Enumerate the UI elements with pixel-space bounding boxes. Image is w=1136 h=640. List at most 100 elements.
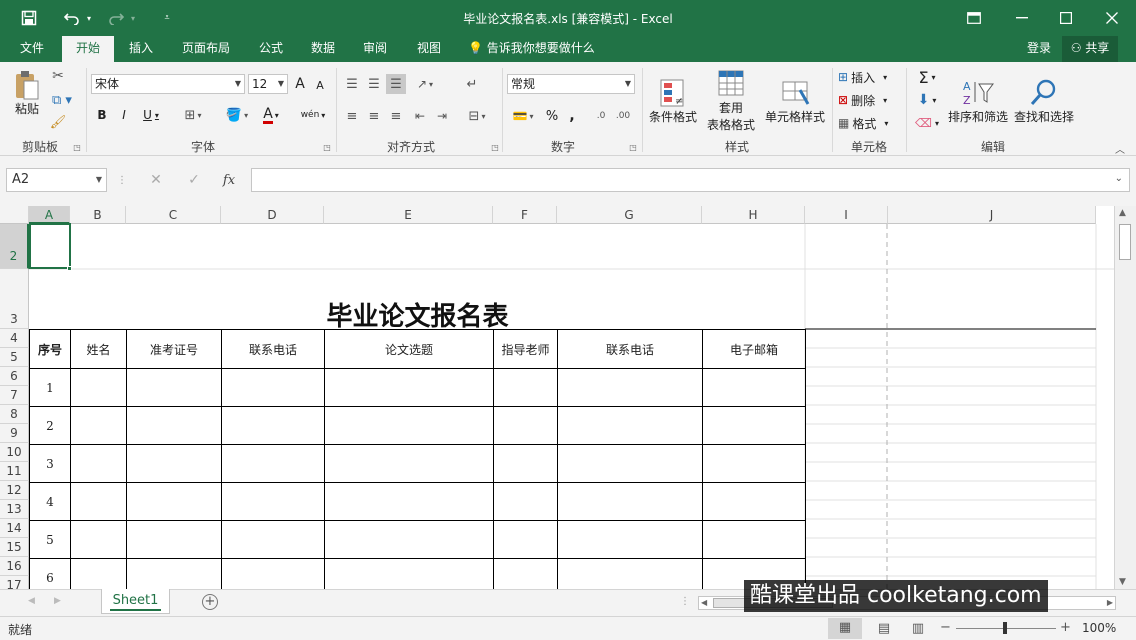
table-header-cell[interactable]: 联系电话 xyxy=(557,329,703,369)
table-cell[interactable] xyxy=(324,368,494,407)
table-cell[interactable] xyxy=(126,444,222,483)
font-launcher-icon[interactable]: ◳ xyxy=(322,142,332,152)
phonetic-button[interactable]: wén ▾ xyxy=(298,104,328,126)
row-header[interactable]: 17 xyxy=(0,576,29,589)
table-cell[interactable] xyxy=(493,482,558,521)
row-header[interactable]: 14 xyxy=(0,519,29,538)
tab-view[interactable]: 视图 xyxy=(408,36,450,62)
format-cells-button[interactable]: ▦ 格式 ▾ xyxy=(838,112,900,134)
insert-cells-button[interactable]: ⊞ 插入 ▾ xyxy=(838,66,900,88)
align-top-icon[interactable]: ☰ xyxy=(342,74,362,94)
alignment-launcher-icon[interactable]: ◳ xyxy=(490,142,500,152)
minimize-icon[interactable] xyxy=(1010,6,1034,30)
serial-cell[interactable]: 2 xyxy=(29,406,71,445)
new-sheet-icon[interactable]: + xyxy=(202,594,218,610)
serial-cell[interactable]: 4 xyxy=(29,482,71,521)
table-header-cell[interactable]: 准考证号 xyxy=(126,329,222,369)
table-cell[interactable] xyxy=(126,558,222,589)
table-header-cell[interactable]: 指导老师 xyxy=(493,329,558,369)
number-launcher-icon[interactable]: ◳ xyxy=(628,142,638,152)
worksheet-grid[interactable]: A B C D E F G H I J 2 3 4 5 6 7 8 9 10 1… xyxy=(0,206,1136,589)
table-cell[interactable] xyxy=(324,406,494,445)
conditional-format-button[interactable]: ≠ 条件格式 xyxy=(646,66,700,136)
row-header[interactable]: 6 xyxy=(0,367,29,386)
comma-button[interactable]: , xyxy=(564,106,580,126)
clipboard-launcher-icon[interactable]: ◳ xyxy=(72,142,82,152)
table-cell[interactable] xyxy=(702,482,806,521)
table-cell[interactable] xyxy=(557,406,703,445)
tab-insert[interactable]: 插入 xyxy=(118,36,164,62)
table-cell[interactable] xyxy=(324,444,494,483)
prev-sheet-icon[interactable]: ◀ xyxy=(28,596,35,606)
row-header[interactable]: 12 xyxy=(0,481,29,500)
align-bottom-icon[interactable]: ☰ xyxy=(386,74,406,94)
table-cell[interactable] xyxy=(70,406,127,445)
table-cell[interactable] xyxy=(70,520,127,559)
table-cell[interactable] xyxy=(126,482,222,521)
sheet-title[interactable]: 毕业论文报名表 xyxy=(30,296,805,333)
align-left-icon[interactable]: ≡ xyxy=(342,106,362,126)
select-all-corner[interactable] xyxy=(0,206,29,224)
font-name-combo[interactable]: 宋体 ▼ xyxy=(91,74,245,94)
serial-cell[interactable]: 1 xyxy=(29,368,71,407)
paste-button[interactable]: 粘贴 xyxy=(10,66,44,120)
row-header[interactable]: 5 xyxy=(0,348,29,367)
column-header-d[interactable]: D xyxy=(221,206,324,224)
table-cell[interactable] xyxy=(221,406,325,445)
tab-formulas[interactable]: 公式 xyxy=(250,36,292,62)
table-cell[interactable] xyxy=(221,368,325,407)
table-cell[interactable] xyxy=(221,444,325,483)
sheet-tab-sheet1[interactable]: Sheet1 xyxy=(101,589,170,614)
table-cell[interactable] xyxy=(126,520,222,559)
border-button[interactable]: ⊞ ▾ xyxy=(178,104,208,126)
decrease-decimal-icon[interactable]: .00 xyxy=(614,106,632,126)
zoom-in-button[interactable]: + xyxy=(1060,620,1071,635)
row-header[interactable]: 16 xyxy=(0,557,29,576)
column-header-e[interactable]: E xyxy=(324,206,493,224)
column-header-j[interactable]: J xyxy=(888,206,1096,224)
wrap-text-icon[interactable]: ↵ xyxy=(462,74,482,94)
row-header[interactable]: 13 xyxy=(0,500,29,519)
currency-icon[interactable]: 💳 ▾ xyxy=(508,106,538,126)
column-header-b[interactable]: B xyxy=(70,206,126,224)
serial-cell[interactable]: 3 xyxy=(29,444,71,483)
cut-icon[interactable]: ✂ xyxy=(48,66,68,86)
fill-color-button[interactable]: 🪣 ▾ xyxy=(222,104,252,126)
zoom-out-button[interactable]: − xyxy=(940,620,951,635)
zoom-slider[interactable] xyxy=(956,622,1056,634)
table-cell[interactable] xyxy=(557,520,703,559)
column-header-i[interactable]: I xyxy=(805,206,888,224)
percent-button[interactable]: % xyxy=(542,106,562,126)
login-link[interactable]: 登录 xyxy=(1020,36,1058,62)
column-header-c[interactable]: C xyxy=(126,206,221,224)
table-cell[interactable] xyxy=(493,444,558,483)
copy-icon[interactable]: ⧉ ▾ xyxy=(48,90,76,110)
page-break-view-icon[interactable]: ▥ xyxy=(908,619,928,639)
scroll-down-icon[interactable]: ▼ xyxy=(1119,577,1126,587)
close-icon[interactable] xyxy=(1100,6,1124,30)
increase-decimal-icon[interactable]: .0 xyxy=(592,106,610,126)
scroll-up-icon[interactable]: ▲ xyxy=(1119,208,1126,218)
ribbon-display-icon[interactable] xyxy=(964,6,984,30)
align-middle-icon[interactable]: ☰ xyxy=(364,74,384,94)
font-color-button[interactable]: A ▾ xyxy=(256,104,286,126)
grow-font-button[interactable]: A xyxy=(292,74,308,94)
tab-file[interactable]: 文件 xyxy=(6,36,58,62)
maximize-icon[interactable] xyxy=(1054,6,1078,30)
table-header-cell[interactable]: 姓名 xyxy=(70,329,127,369)
tell-me-box[interactable]: 💡 告诉我你想要做什么 xyxy=(468,36,608,62)
align-right-icon[interactable]: ≡ xyxy=(386,106,406,126)
bold-button[interactable]: B xyxy=(92,104,112,126)
find-select-button[interactable]: 查找和选择 xyxy=(1012,66,1076,136)
row-header[interactable]: 8 xyxy=(0,405,29,424)
table-cell[interactable] xyxy=(70,368,127,407)
vertical-scrollbar[interactable]: ▲ ▼ xyxy=(1114,206,1136,589)
align-center-icon[interactable]: ≡ xyxy=(364,106,384,126)
italic-button[interactable]: I xyxy=(114,104,134,126)
tab-review[interactable]: 审阅 xyxy=(354,36,396,62)
table-cell[interactable] xyxy=(70,558,127,589)
table-cell[interactable] xyxy=(126,368,222,407)
sort-filter-button[interactable]: AZ 排序和筛选 xyxy=(946,66,1010,136)
table-cell[interactable] xyxy=(324,520,494,559)
row-header[interactable]: 9 xyxy=(0,424,29,443)
